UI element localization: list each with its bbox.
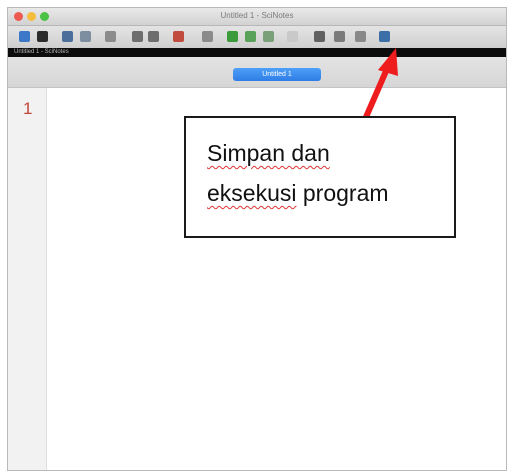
annotation-callout: Simpan dan eksekusi program: [184, 116, 456, 238]
callout-line-1: Simpan dan: [207, 140, 330, 167]
callout-word-program: program: [296, 180, 389, 206]
callout-word-eksekusi: eksekusi: [207, 180, 297, 206]
callout-line-1-text: Simpan dan: [207, 140, 330, 166]
callout-line-2: eksekusi program: [207, 180, 389, 207]
